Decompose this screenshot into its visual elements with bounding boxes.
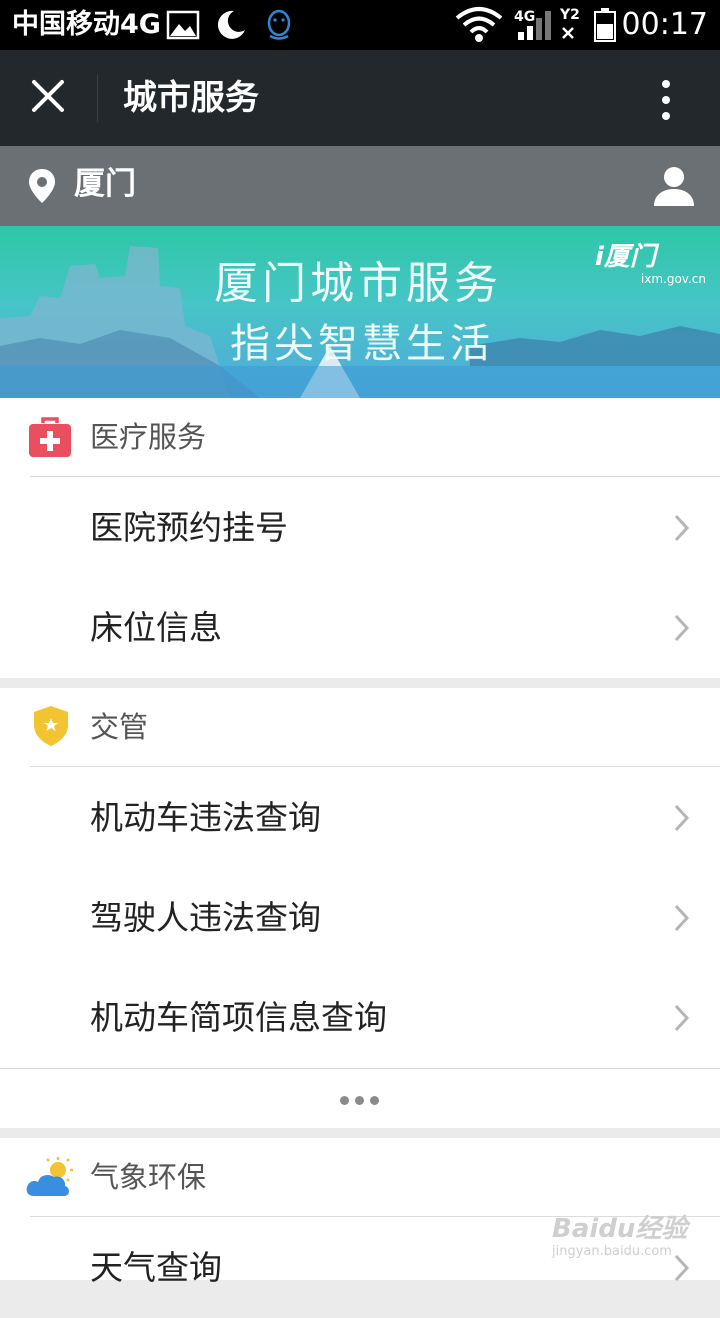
section-header: 医疗服务 [0,398,720,476]
list-item-label: 床位信息 [90,608,222,647]
more-options-button[interactable] [646,76,686,124]
chevron-right-icon [674,1004,690,1036]
watermark-text: Baidu经验 [552,1214,688,1244]
page-title: 城市服务 [123,78,259,118]
section-header: 交管 [0,688,720,766]
chevron-right-icon [674,804,690,836]
image-icon [166,8,200,46]
list-item-driver-violation[interactable]: 驾驶人违法查询 [0,868,720,968]
police-badge-icon [32,705,70,751]
more-dots-icon [340,1096,379,1105]
wifi-icon [454,6,504,48]
qq-icon [262,8,296,46]
divider [30,476,720,477]
chevron-right-icon [674,614,690,646]
action-bar-divider [97,74,98,122]
ixm-logo-url: ixm.gov.cn [640,272,706,286]
chevron-right-icon [674,514,690,546]
list-item-label: 机动车简项信息查询 [90,998,387,1037]
location-pin-icon [28,168,56,208]
list-item-label: 驾驶人违法查询 [90,898,321,937]
list-item-label: 机动车违法查询 [90,798,321,837]
list-item-label: 医院预约挂号 [90,508,288,547]
ixm-logo-text: i厦门 [594,242,656,272]
banner[interactable]: 厦门城市服务 指尖智慧生活 i厦门 ixm.gov.cn [0,226,720,398]
section-medical: 医疗服务 医院预约挂号 床位信息 [0,398,720,678]
user-button[interactable] [652,164,696,208]
section-traffic: 交管 机动车违法查询 驾驶人违法查询 机动车简项信息查询 [0,688,720,1128]
close-icon [32,80,64,112]
carrier-label: 中国移动4G [12,9,161,40]
clock: 00:17 [621,7,708,42]
battery-icon [594,8,616,46]
ixm-logo: i厦门 ixm.gov.cn [595,242,706,286]
section-title: 气象环保 [90,1160,207,1194]
location-bar[interactable]: 厦门 [0,146,720,226]
no-sim-icon [560,25,576,45]
list-item-bed-info[interactable]: 床位信息 [0,578,720,678]
close-button[interactable] [22,74,74,122]
list-item-hospital-appointment[interactable]: 医院预约挂号 [0,478,720,578]
signal-icon [516,10,552,46]
moon-icon [214,8,248,46]
section-title: 交管 [90,710,149,744]
medical-kit-icon [28,415,72,463]
show-more-button[interactable] [0,1068,720,1129]
status-bar: 中国移动4G 4G Y2 00:17 [0,0,720,50]
list-item-vehicle-violation[interactable]: 机动车违法查询 [0,768,720,868]
watermark-url: jingyan.baidu.com [552,1244,672,1259]
chevron-right-icon [674,904,690,936]
list-item-label: 天气查询 [90,1248,222,1287]
city-name[interactable]: 厦门 [74,164,136,204]
banner-subtitle: 指尖智慧生活 [230,321,494,367]
divider [30,766,720,767]
section-title: 医疗服务 [90,420,207,454]
more-vertical-icon [662,80,670,120]
action-bar: 城市服务 [0,50,720,146]
weather-icon [24,1156,76,1202]
sim-label: Y2 [560,7,580,23]
list-item-vehicle-info[interactable]: 机动车简项信息查询 [0,968,720,1068]
section-header: 气象环保 [0,1138,720,1216]
baidu-watermark: Baidu经验 jingyan.baidu.com [552,1214,687,1260]
user-icon [654,167,694,206]
banner-title: 厦门城市服务 [214,258,502,309]
